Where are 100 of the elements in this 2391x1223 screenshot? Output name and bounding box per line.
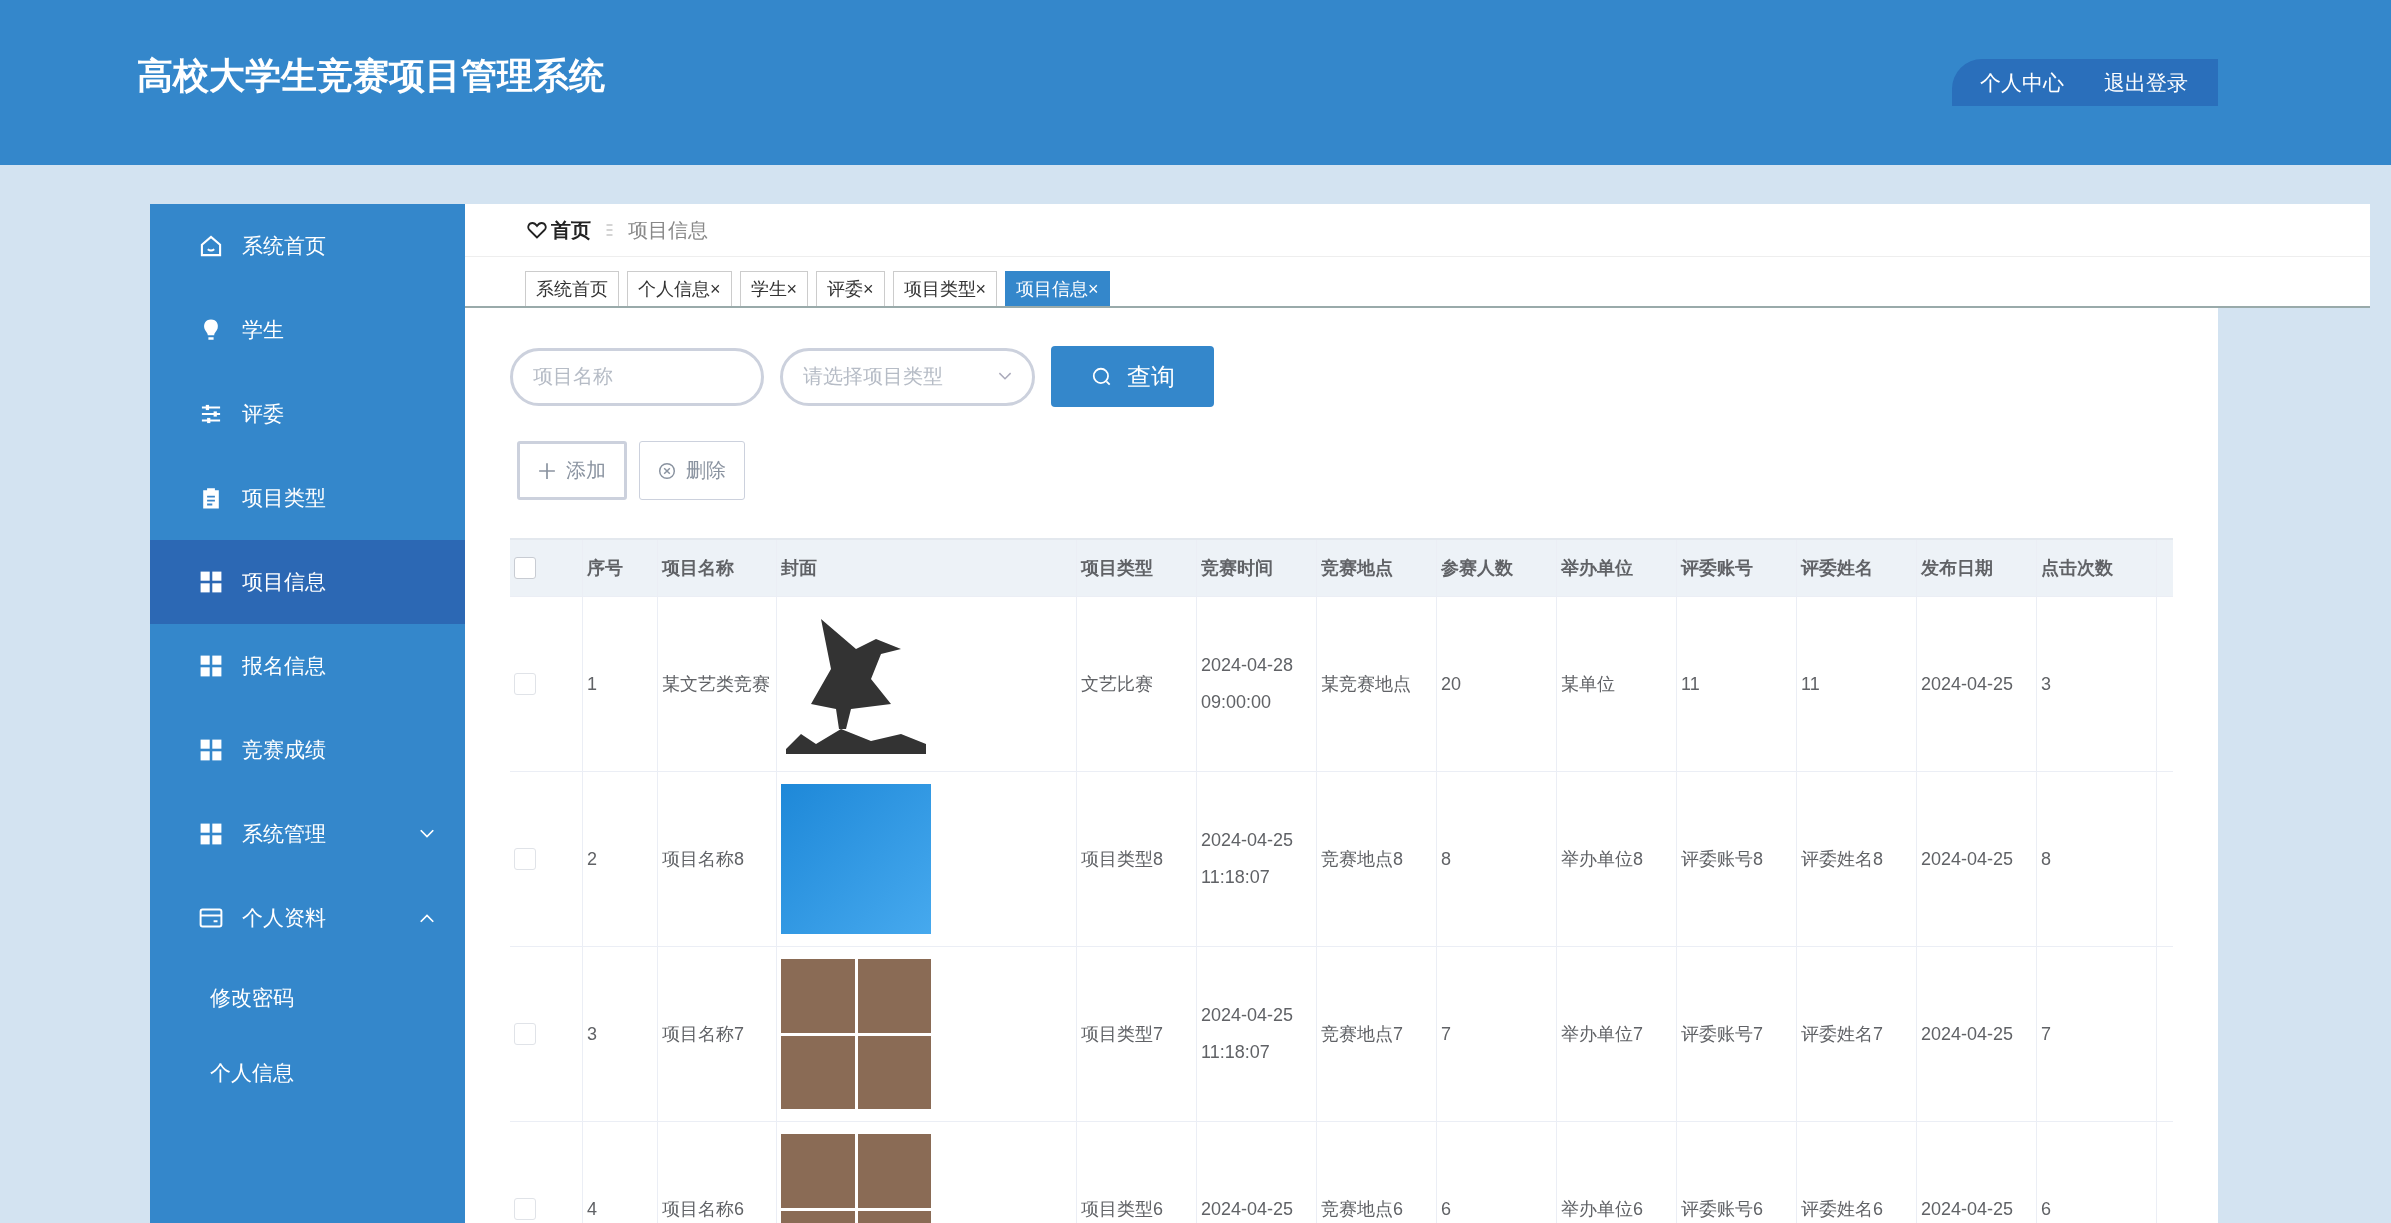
app-title: 高校大学生竞赛项目管理系统 <box>137 54 605 98</box>
table-cell-text: 4 <box>587 1198 597 1220</box>
sidebar-subitem[interactable]: 个人信息 <box>150 1035 465 1110</box>
select-all-checkbox[interactable] <box>514 557 536 579</box>
table-cell-text: 11:18:07 <box>1201 867 1271 888</box>
table-cell-text: 某竞赛地点 <box>1321 673 1411 696</box>
table-cell-text: 6 <box>2041 1198 2051 1220</box>
home-icon <box>198 233 224 259</box>
chevron-down-icon <box>998 372 1012 381</box>
table-cell-text: 2024-04-25 <box>1921 848 2014 870</box>
table-cell-text: 2024-04-25 <box>1921 673 2014 695</box>
column-header: 点击次数 <box>2041 557 2113 580</box>
grid-icon <box>198 737 224 763</box>
table-cell-text: 评委账号8 <box>1681 848 1763 871</box>
delete-button[interactable]: 删除 <box>639 441 745 500</box>
sidebar-item[interactable]: 系统管理 <box>150 792 465 876</box>
table-cell-text: 2024-04-25 <box>1921 1198 2014 1220</box>
table-cell-text: 项目名称8 <box>662 848 744 871</box>
sidebar-item[interactable]: 项目类型 <box>150 456 465 540</box>
table-cell-text: 09:00:00 <box>1201 692 1273 713</box>
table-cell-text: 文艺比赛 <box>1081 673 1153 696</box>
table-cell-text: 20 <box>1441 673 1462 695</box>
table-cell-text: 举办单位6 <box>1561 1198 1643 1221</box>
table-cell-text: 3 <box>587 1023 597 1045</box>
table-cell-text: 7 <box>1441 1023 1451 1045</box>
table-cell-text: 评委姓名8 <box>1801 848 1883 871</box>
table-cell-text: 项目名称6 <box>662 1198 744 1221</box>
table-cell-text: 8 <box>1441 848 1451 870</box>
sidebar-item[interactable]: 学生 <box>150 288 465 372</box>
table-cell-text: 7 <box>2041 1023 2051 1045</box>
header-link[interactable]: 退出登录 <box>2104 68 2188 97</box>
column-header: 封面 <box>781 557 817 580</box>
table-cell-text: 竞赛地点8 <box>1321 848 1403 871</box>
column-header: 项目名称 <box>662 557 734 580</box>
column-header: 序号 <box>587 557 623 580</box>
row-checkbox[interactable] <box>514 848 536 870</box>
row-checkbox[interactable] <box>514 1198 536 1220</box>
sidebar-item-label: 报名信息 <box>242 653 327 679</box>
tab[interactable]: 评委× <box>816 271 885 306</box>
table-cell-text: 项目类型8 <box>1081 848 1163 871</box>
breadcrumb-current: 项目信息 <box>628 217 708 243</box>
sidebar-item[interactable]: 项目信息 <box>150 540 465 624</box>
sidebar-item-label: 竞赛成绩 <box>242 737 327 763</box>
grid-icon <box>198 653 224 679</box>
project-name-field[interactable]: 项目名称 <box>510 347 764 406</box>
sidebar-item-label: 项目信息 <box>242 569 327 595</box>
table-cell-text: 2024-04-25 <box>1201 1198 1294 1220</box>
tab[interactable]: 学生× <box>739 271 809 306</box>
sidebar-item-label: 项目类型 <box>242 485 327 511</box>
table-cell-text: 11:18:07 <box>1201 1042 1271 1063</box>
sidebar-item-label: 学生 <box>242 317 285 343</box>
sidebar-subitem[interactable]: 修改密码 <box>150 960 465 1035</box>
tab[interactable]: 个人信息× <box>627 271 732 306</box>
table-cell-text: 举办单位8 <box>1561 848 1643 871</box>
table-cell-text: 2024-04-25 <box>1921 1023 2014 1045</box>
circle-x-icon <box>658 461 676 480</box>
table-cell-text: 6 <box>1441 1198 1451 1220</box>
table-cell-text: 11 <box>1801 673 1820 695</box>
table-cell-text: 评委姓名6 <box>1801 1198 1883 1221</box>
column-header: 参赛人数 <box>1441 557 1513 580</box>
table-cell-text: 3 <box>2041 673 2051 695</box>
tab[interactable]: 项目信息× <box>1005 271 1110 306</box>
table-cell-text: 项目类型6 <box>1081 1198 1163 1221</box>
table-cell-text: 某文艺类竞赛 <box>662 673 770 696</box>
table-cell-text: 2 <box>587 848 597 870</box>
sidebar-item-label: 系统管理 <box>242 821 327 847</box>
table-cell-text: 11 <box>1681 673 1700 695</box>
table-cell-text: 项目类型7 <box>1081 1023 1163 1046</box>
table-cell-text: 举办单位7 <box>1561 1023 1643 1046</box>
table-cell-text: 评委账号7 <box>1681 1023 1763 1046</box>
table-cell-text: 评委账号6 <box>1681 1198 1763 1221</box>
sidebar-item-label: 评委 <box>242 401 285 427</box>
row-checkbox[interactable] <box>514 673 536 695</box>
column-header: 评委姓名 <box>1801 557 1873 580</box>
column-header: 竞赛地点 <box>1321 557 1393 580</box>
tab[interactable]: 系统首页 <box>525 271 619 306</box>
table-cell-text: 某单位 <box>1561 673 1615 696</box>
header-link[interactable]: 个人中心 <box>1980 68 2064 97</box>
column-header: 评委账号 <box>1681 557 1753 580</box>
breadcrumb-link[interactable]: 首页 <box>551 216 591 244</box>
column-header: 举办单位 <box>1561 557 1633 580</box>
column-header: 竞赛时间 <box>1201 557 1273 580</box>
tab[interactable]: 项目类型× <box>892 271 998 306</box>
sidebar-item[interactable]: 个人资料 <box>150 876 465 960</box>
table-cell-text: 竞赛地点7 <box>1321 1023 1403 1046</box>
column-header: 项目类型 <box>1081 557 1153 580</box>
sidebar-item[interactable]: 报名信息 <box>150 624 465 708</box>
row-checkbox[interactable] <box>514 1023 536 1045</box>
sidebar-item-label: 系统首页 <box>242 233 327 259</box>
sidebar-item[interactable]: 评委 <box>150 372 465 456</box>
plus-icon <box>538 461 556 480</box>
grid-icon <box>198 821 224 847</box>
column-header: 发布日期 <box>1921 557 1993 580</box>
table-cell-text: 评委姓名7 <box>1801 1023 1883 1046</box>
search-button[interactable]: 查询 <box>1051 346 1214 407</box>
add-button[interactable]: 添加 <box>517 441 627 500</box>
sidebar-item-label: 个人资料 <box>242 905 327 931</box>
sidebar-item[interactable]: 系统首页 <box>150 204 465 288</box>
table-cell-text: 竞赛地点6 <box>1321 1198 1403 1221</box>
sidebar-item[interactable]: 竞赛成绩 <box>150 708 465 792</box>
